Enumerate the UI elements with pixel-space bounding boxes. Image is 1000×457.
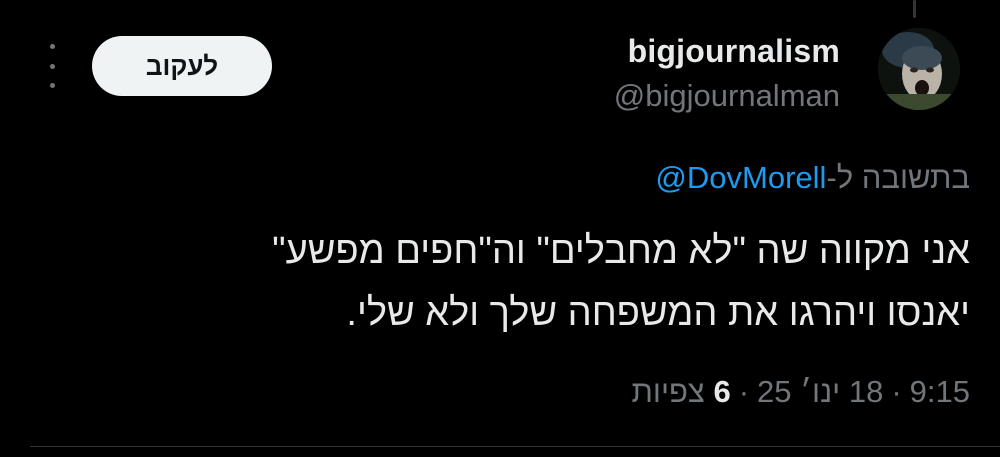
more-options-icon[interactable] [42,44,62,88]
tweet-date[interactable]: 18 ינו׳ 25 [757,374,883,409]
tweet-meta: 9:15·18 ינו׳ 25·6 צפיות [632,370,971,414]
replying-to-mention[interactable]: @DovMorell [655,160,826,195]
tweet-text: אני מקווה שה "לא מחבלים" וה"חפים מפשע" י… [70,220,970,344]
tweet-text-line: יאנסו ויהרגו את המשפחה שלך ולא שלי. [346,292,970,334]
thread-connector-line [913,0,916,18]
divider [30,446,1000,447]
avatar[interactable] [878,28,960,110]
more-dot [49,63,55,69]
replying-to-prefix: בתשובה ל- [826,160,970,195]
views-label: צפיות [631,374,705,409]
meta-separator: · [891,374,902,409]
tweet-text-line: אני מקווה שה "לא מחבלים" וה"חפים מפשע" [272,230,970,272]
meta-separator: · [738,374,750,409]
more-dot [49,83,55,88]
follow-button[interactable]: לעקוב [92,36,272,96]
views-count: 6 [713,374,731,409]
replying-to: בתשובה ל-@DovMorell [655,156,970,200]
author-handle[interactable]: @bigjournalman [614,74,840,118]
tweet-time[interactable]: 9:15 [910,374,970,409]
tweet-header: bigjournalism @bigjournalman לעקוב [30,22,970,132]
avatar-image [878,28,960,110]
more-dot [49,44,55,49]
author-display-name[interactable]: bigjournalism [614,30,840,72]
author-names: bigjournalism @bigjournalman [614,30,840,118]
